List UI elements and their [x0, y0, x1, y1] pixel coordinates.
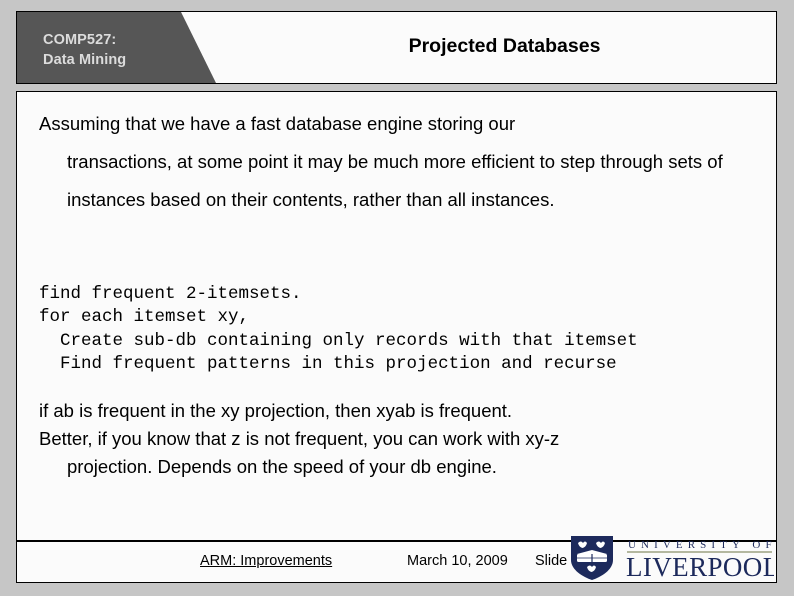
logo-line-2: LIVERPOOL — [626, 552, 774, 582]
slide-canvas: COMP527: Data Mining Projected Databases… — [0, 0, 794, 596]
paragraph-3-line-3: projection. Depends on the speed of your… — [67, 456, 497, 477]
footer-topic-link[interactable]: ARM: Improvements — [200, 553, 332, 569]
slide-body: Assuming that we have a fast database en… — [16, 91, 777, 583]
paragraph-1-lead: Assuming that we have a fast database en… — [39, 113, 516, 134]
footer-slide-label: Slide — [535, 553, 568, 569]
pseudocode-block: find frequent 2-itemsets. for each items… — [39, 283, 638, 375]
liverpool-shield-crest-icon — [571, 536, 613, 580]
paragraph-3-line-2: Better, if you know that z is not freque… — [39, 428, 560, 449]
slide-header: COMP527: Data Mining Projected Databases — [16, 11, 777, 84]
body-paragraph-1: Assuming that we have a fast database en… — [39, 105, 761, 219]
logo-line-1: UNIVERSITY OF — [628, 539, 774, 551]
footer-date: March 10, 2009 — [407, 553, 508, 569]
paragraph-1-continuation: transactions, at some point it may be mu… — [67, 151, 723, 210]
course-label: COMP527: Data Mining — [43, 32, 127, 68]
paragraph-3-line-1: if ab is frequent in the xy projection, … — [39, 400, 513, 421]
university-of-liverpool-logo: UNIVERSITY OF LIVERPOOL — [568, 534, 774, 582]
body-paragraph-3: if ab is frequent in the xy projection, … — [39, 397, 761, 481]
page-title: Projected Databases — [408, 35, 601, 57]
